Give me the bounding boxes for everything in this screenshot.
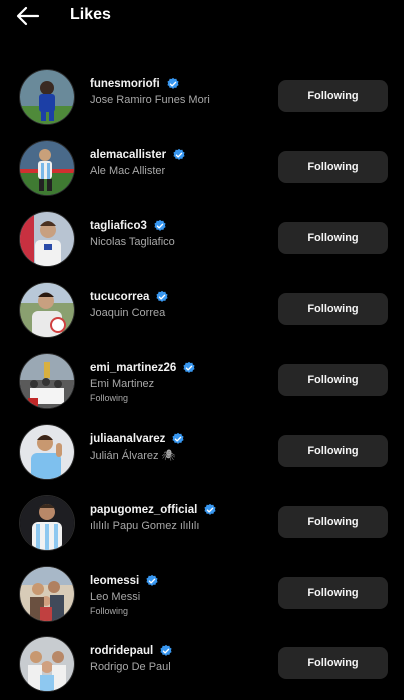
full-name: Julián Álvarez 🕷 — [90, 450, 176, 462]
username[interactable]: juliaanalvarez — [90, 433, 165, 445]
top-bar: Likes — [0, 0, 404, 36]
username[interactable]: rodridepaul — [90, 645, 153, 657]
avatar[interactable] — [20, 141, 74, 195]
following-button[interactable]: Following — [278, 151, 388, 183]
list-item[interactable]: tagliafico3 Nicolas Tagliafico Following — [0, 205, 404, 275]
avatar[interactable] — [20, 212, 74, 266]
verified-badge-icon — [183, 361, 195, 373]
following-status: Following — [90, 393, 129, 403]
full-name: Ale Mac Allister — [90, 165, 166, 177]
username[interactable]: funesmoriofi — [90, 78, 160, 90]
avatar[interactable] — [20, 283, 74, 337]
full-name: Joaquin Correa — [90, 307, 166, 319]
following-button[interactable]: Following — [278, 577, 388, 609]
verified-badge-icon — [154, 219, 166, 231]
list-item[interactable]: alemacallister Ale Mac Allister Followin… — [0, 134, 404, 204]
avatar[interactable] — [20, 496, 74, 550]
following-status: Following — [90, 606, 129, 616]
full-name: Emi Martinez — [90, 378, 155, 390]
list-item[interactable]: tucucorrea Joaquin Correa Following — [0, 276, 404, 346]
list-item[interactable]: rodridepaul Rodrigo De Paul Following — [0, 630, 404, 700]
verified-badge-icon — [173, 148, 185, 160]
following-button[interactable]: Following — [278, 293, 388, 325]
avatar[interactable] — [20, 70, 74, 124]
list-item[interactable]: funesmoriofi Jose Ramiro Funes Mori Foll… — [0, 63, 404, 133]
avatar[interactable] — [20, 567, 74, 621]
username[interactable]: papugomez_official — [90, 504, 197, 516]
full-name: ılılılı Papu Gomez ılılılı — [90, 520, 200, 532]
full-name: Leo Messi — [90, 591, 141, 603]
page-title: Likes — [70, 6, 111, 23]
username[interactable]: alemacallister — [90, 149, 166, 161]
verified-badge-icon — [146, 574, 158, 586]
username[interactable]: tucucorrea — [90, 291, 149, 303]
following-button[interactable]: Following — [278, 506, 388, 538]
list-item[interactable]: papugomez_official ılılılı Papu Gomez ıl… — [0, 489, 404, 559]
arrow-left-icon — [16, 6, 40, 26]
avatar[interactable] — [20, 425, 74, 479]
verified-badge-icon — [204, 503, 216, 515]
full-name: Rodrigo De Paul — [90, 661, 171, 673]
avatar[interactable] — [20, 637, 74, 691]
avatar[interactable] — [20, 354, 74, 408]
list-item[interactable]: leomessi Leo Messi Following Following — [0, 560, 404, 630]
back-button[interactable] — [14, 4, 42, 28]
list-item[interactable]: juliaanalvarez Julián Álvarez 🕷 Followin… — [0, 418, 404, 488]
verified-badge-icon — [172, 432, 184, 444]
likes-list: funesmoriofi Jose Ramiro Funes Mori Foll… — [0, 0, 404, 700]
verified-badge-icon — [160, 644, 172, 656]
list-item[interactable]: emi_martinez26 Emi Martinez Following Fo… — [0, 347, 404, 417]
following-button[interactable]: Following — [278, 364, 388, 396]
following-button[interactable]: Following — [278, 80, 388, 112]
following-button[interactable]: Following — [278, 222, 388, 254]
username[interactable]: tagliafico3 — [90, 220, 147, 232]
verified-badge-icon — [156, 290, 168, 302]
username[interactable]: leomessi — [90, 575, 139, 587]
following-button[interactable]: Following — [278, 435, 388, 467]
username[interactable]: emi_martinez26 — [90, 362, 176, 374]
verified-badge-icon — [167, 77, 179, 89]
following-button[interactable]: Following — [278, 647, 388, 679]
full-name: Nicolas Tagliafico — [90, 236, 175, 248]
full-name: Jose Ramiro Funes Mori — [90, 94, 210, 106]
